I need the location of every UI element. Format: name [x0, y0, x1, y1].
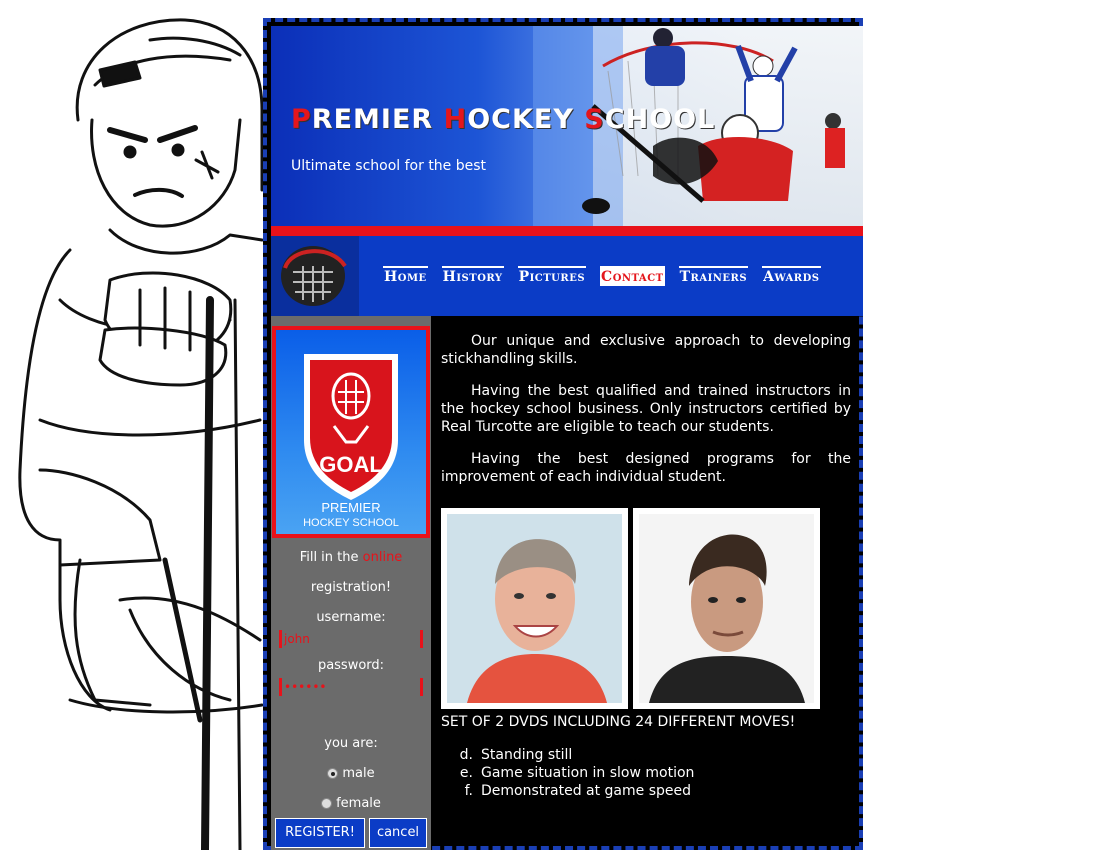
list-text: Game situation in slow motion	[481, 765, 695, 781]
radio-female-label: female	[336, 796, 381, 811]
nav-history[interactable]: History	[441, 266, 504, 286]
nav-home[interactable]: Home	[383, 266, 428, 286]
site-title: PREMIER HOCKEY SCHOOL	[291, 104, 715, 135]
list-marker: d.	[459, 747, 473, 763]
trainer-photo-2	[633, 508, 820, 709]
gender-option-female[interactable]: female	[271, 796, 431, 811]
password-label: password:	[317, 658, 385, 673]
main-navigation: Home History Pictures Contact Trainers A…	[271, 236, 863, 316]
registration-sidebar: GOAL PREMIER HOCKEY SCHOOL Fill in the o…	[271, 316, 431, 850]
radio-female[interactable]	[321, 798, 333, 809]
dvd-offer-text: SET OF 2 DVDS INCLUDING 24 DIFFERENT MOV…	[441, 714, 796, 730]
title-part-2: REMIER	[311, 104, 444, 135]
list-marker: e.	[459, 765, 473, 781]
username-input[interactable]: john	[279, 630, 423, 648]
list-text: Standing still	[481, 747, 573, 763]
goalie-helmet-image	[271, 236, 359, 316]
title-part-3: H	[443, 104, 468, 135]
badge-school-text: HOCKEY SCHOOL	[303, 517, 399, 529]
gender-option-male[interactable]: male	[271, 766, 431, 781]
nav-links: Home History Pictures Contact Trainers A…	[383, 266, 821, 286]
smiling-trainer-image	[447, 514, 622, 703]
username-label: username:	[316, 610, 386, 625]
list-text: Demonstrated at game speed	[481, 783, 692, 799]
list-item: d. Standing still	[457, 746, 694, 764]
main-content: Our unique and exclusive approach to dev…	[441, 332, 851, 500]
hockey-player-mascot-illustration	[18, 18, 264, 850]
trainer-photo-1	[441, 508, 628, 709]
nav-contact[interactable]: Contact	[600, 266, 665, 286]
intro-suffix: registration!	[310, 580, 392, 595]
gender-label: you are:	[324, 736, 378, 751]
radio-male[interactable]	[327, 768, 339, 779]
badge-goal-text: GOAL	[319, 452, 383, 477]
registration-intro: Fill in the online	[271, 550, 431, 565]
badge-premier-text: PREMIER	[321, 500, 380, 515]
title-part-6: CHOOL	[604, 104, 716, 135]
content-paragraph-3: Having the best designed programs for th…	[441, 451, 851, 485]
content-paragraph-2: Having the best qualified and trained in…	[441, 383, 851, 435]
intro-prefix: Fill in the	[299, 550, 359, 565]
list-item: e. Game situation in slow motion	[457, 764, 694, 782]
intro-highlight: online	[362, 550, 403, 565]
title-part-1: P	[291, 104, 312, 135]
title-part-5: S	[584, 104, 605, 135]
site-tagline: Ultimate school for the best	[291, 158, 487, 174]
radio-male-label: male	[342, 766, 375, 781]
site-frame: PREMIER HOCKEY SCHOOL Ultimate school fo…	[263, 18, 863, 850]
list-marker: f.	[464, 783, 473, 799]
header-divider	[271, 226, 863, 236]
serious-trainer-image	[639, 514, 814, 703]
goalie-helmet-icon	[281, 246, 347, 306]
nav-pictures[interactable]: Pictures	[517, 266, 587, 286]
content-paragraph-1: Our unique and exclusive approach to dev…	[441, 333, 851, 367]
password-input[interactable]: ••••••	[279, 678, 423, 696]
list-item: f. Demonstrated at game speed	[457, 782, 694, 800]
title-part-4: OCKEY	[467, 104, 585, 135]
trainer-photos	[441, 508, 820, 709]
nav-trainers[interactable]: Trainers	[678, 266, 749, 286]
goal-badge-logo: GOAL PREMIER HOCKEY SCHOOL	[272, 326, 430, 538]
nav-awards[interactable]: Awards	[762, 266, 821, 286]
dvd-moves-list: d. Standing still e. Game situation in slo…	[457, 746, 695, 800]
shield-logo-icon: GOAL PREMIER HOCKEY SCHOOL	[303, 354, 399, 529]
site-header-banner: PREMIER HOCKEY SCHOOL Ultimate school fo…	[271, 26, 863, 226]
cancel-button[interactable]: cancel	[369, 818, 427, 848]
register-button[interactable]: REGISTER!	[275, 818, 365, 848]
